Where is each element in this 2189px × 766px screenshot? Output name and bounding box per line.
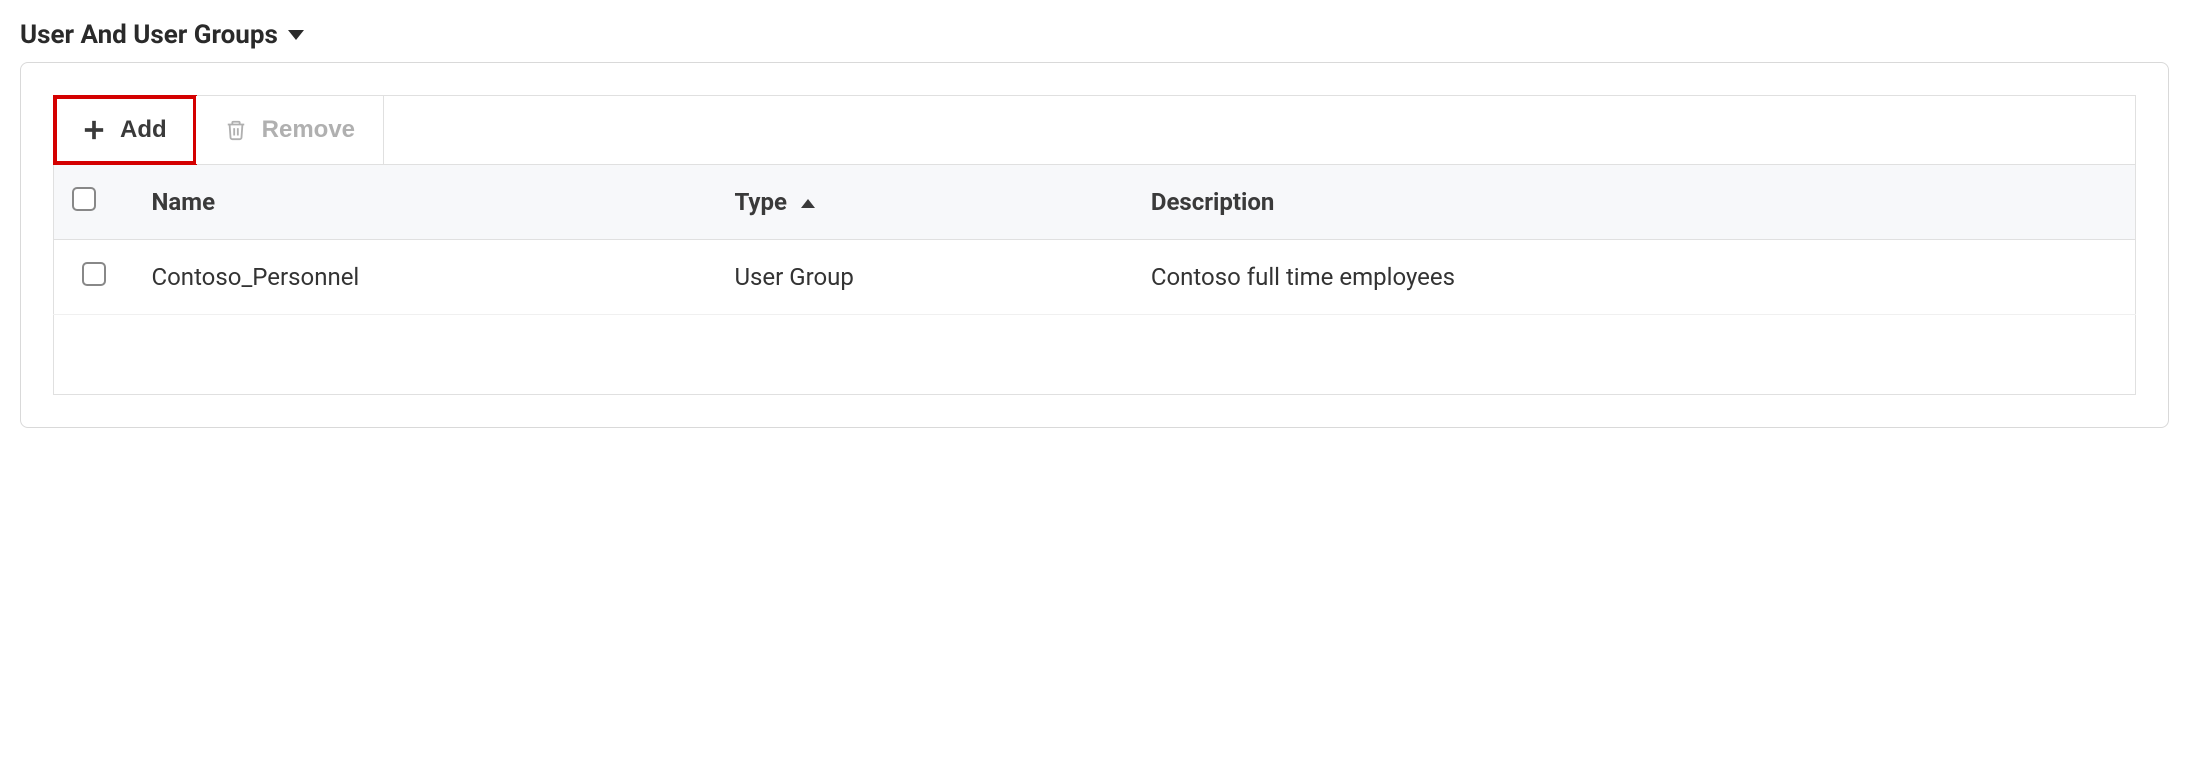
row-type-cell: User Group (716, 240, 1132, 315)
section-title: User And User Groups (20, 20, 278, 50)
caret-down-icon (288, 30, 304, 40)
row-checkbox-cell (54, 240, 134, 315)
sort-ascending-icon (801, 199, 815, 208)
column-header-description[interactable]: Description (1133, 165, 2136, 240)
add-button-label: Add (120, 116, 167, 144)
trash-icon (224, 118, 248, 142)
column-header-description-label: Description (1151, 188, 1275, 216)
column-header-name[interactable]: Name (134, 165, 717, 240)
table-row[interactable]: Contoso_Personnel User Group Contoso ful… (54, 240, 2136, 315)
panel: Add Remove Name (20, 62, 2169, 428)
table-header-row: Name Type Description (54, 165, 2136, 240)
section-header[interactable]: User And User Groups (20, 20, 2169, 50)
select-all-checkbox[interactable] (72, 187, 96, 211)
remove-button[interactable]: Remove (196, 96, 384, 164)
row-checkbox[interactable] (82, 262, 106, 286)
remove-button-label: Remove (262, 116, 355, 144)
row-name-cell: Contoso_Personnel (134, 240, 717, 315)
column-header-name-label: Name (152, 188, 216, 216)
plus-icon (82, 118, 106, 142)
spacer-row (54, 315, 2136, 395)
toolbar: Add Remove (53, 95, 2136, 164)
user-groups-table: Name Type Description Contoso_Personnel … (53, 164, 2136, 395)
column-header-type[interactable]: Type (716, 165, 1132, 240)
column-header-type-label: Type (734, 188, 787, 216)
row-description-cell: Contoso full time employees (1133, 240, 2136, 315)
add-button[interactable]: Add (54, 96, 196, 164)
column-header-checkbox (54, 165, 134, 240)
